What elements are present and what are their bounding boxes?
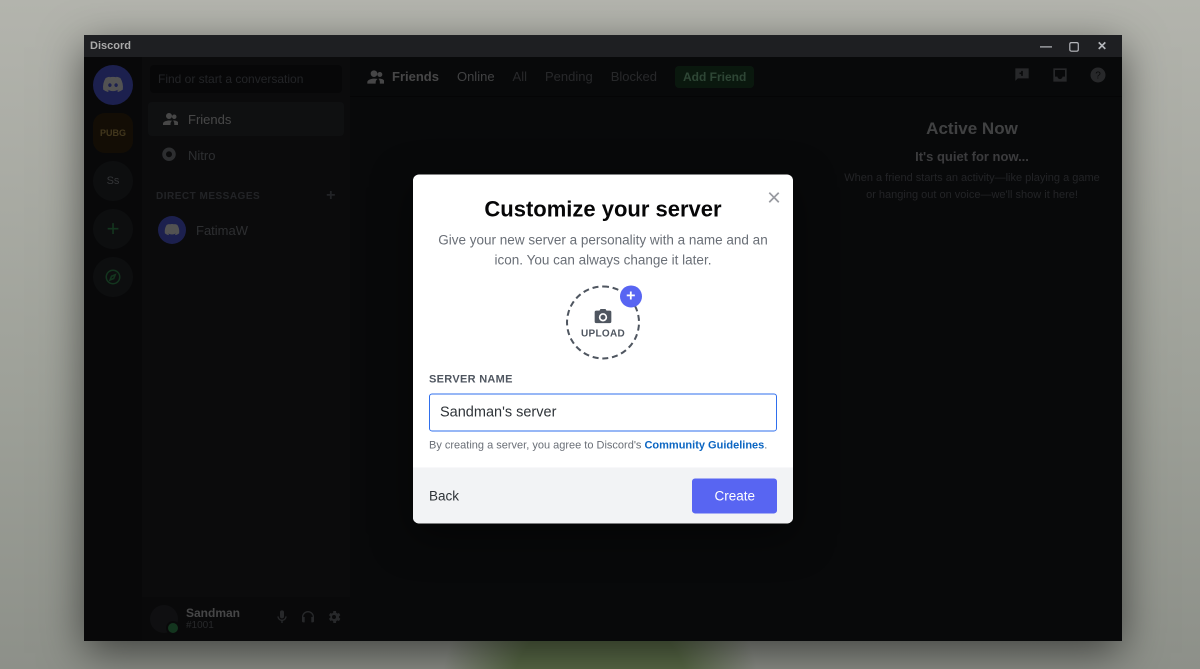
window-minimize-button[interactable]: — (1032, 35, 1060, 57)
camera-icon (592, 306, 614, 326)
upload-plus-badge: + (620, 286, 642, 308)
server-name-input[interactable] (429, 394, 777, 432)
app-window: Discord — ▢ ✕ PUBG Ss + Find or start a … (84, 35, 1122, 641)
guidelines-pretext: By creating a server, you agree to Disco… (429, 440, 644, 452)
window-close-button[interactable]: ✕ (1088, 35, 1116, 57)
community-guidelines-link[interactable]: Community Guidelines (644, 440, 764, 452)
back-button[interactable]: Back (429, 488, 459, 503)
create-button[interactable]: Create (692, 478, 777, 513)
guidelines-note: By creating a server, you agree to Disco… (429, 440, 777, 452)
customize-server-modal: × Customize your server Give your new se… (413, 174, 793, 523)
upload-icon-button[interactable]: UPLOAD + (566, 286, 640, 360)
server-name-label: SERVER NAME (429, 374, 777, 386)
window-maximize-button[interactable]: ▢ (1060, 35, 1088, 57)
modal-subtitle: Give your new server a personality with … (431, 230, 775, 269)
modal-title: Customize your server (431, 196, 775, 222)
upload-label: UPLOAD (581, 328, 625, 339)
app-body: PUBG Ss + Find or start a conversation F… (84, 57, 1122, 641)
titlebar: Discord — ▢ ✕ (84, 35, 1122, 57)
modal-close-button[interactable]: × (767, 186, 781, 210)
app-name: Discord (90, 40, 131, 52)
